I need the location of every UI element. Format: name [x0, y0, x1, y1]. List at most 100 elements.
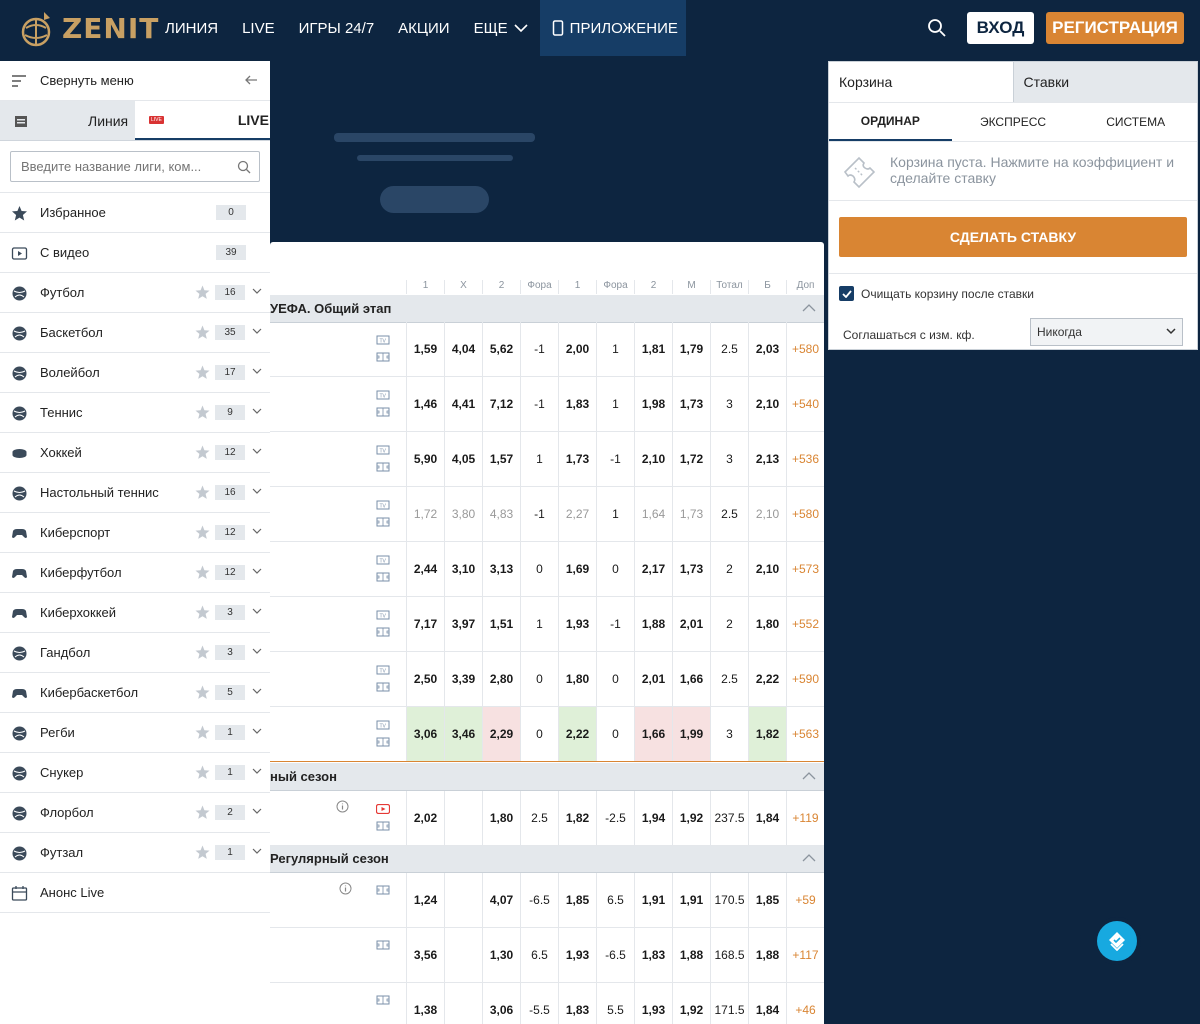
odds-cell[interactable]: -6.5 — [520, 873, 558, 927]
more-markets-link[interactable]: +552 — [786, 597, 824, 651]
odds-cell[interactable]: 6.5 — [596, 873, 634, 927]
odds-cell[interactable]: 1,83 — [558, 377, 596, 431]
odds-cell[interactable]: 0 — [596, 542, 634, 596]
odds-cell[interactable]: 7,17 — [406, 597, 444, 651]
odds-cell[interactable]: 5,62 — [482, 322, 520, 376]
odds-cell[interactable]: 1,94 — [634, 791, 672, 845]
sidebar-item-sport[interactable]: Гандбол 3 — [0, 633, 270, 673]
odds-cell[interactable]: 3 — [710, 432, 748, 486]
odds-cell[interactable]: 0 — [520, 652, 558, 706]
odds-cell[interactable]: 1,88 — [634, 597, 672, 651]
favorite-star-icon[interactable] — [195, 405, 210, 420]
chevron-down-icon[interactable] — [252, 606, 262, 616]
odds-cell[interactable]: 1,66 — [672, 652, 710, 706]
league-section-header[interactable]: УЕФА. Общий этап — [270, 295, 824, 323]
favorite-star-icon[interactable] — [195, 845, 210, 860]
odds-cell[interactable]: 0 — [520, 707, 558, 761]
odds-cell[interactable]: 6.5 — [520, 928, 558, 982]
nav-more[interactable]: ЕЩЕ — [462, 0, 540, 56]
sidebar-item-sport[interactable]: Киберхоккей 3 — [0, 593, 270, 633]
tab-line[interactable]: Линия — [0, 101, 135, 140]
odds-cell[interactable]: -6.5 — [596, 928, 634, 982]
sidebar-item-sport[interactable]: Анонс Live — [0, 873, 270, 913]
odds-cell[interactable]: 1,98 — [634, 377, 672, 431]
sidebar-item-sport[interactable]: Хоккей 12 — [0, 433, 270, 473]
odds-cell[interactable]: 1,64 — [634, 487, 672, 541]
more-markets-link[interactable]: +117 — [786, 928, 824, 982]
odds-cell[interactable]: 3,97 — [444, 597, 482, 651]
odds-cell[interactable]: 2,50 — [406, 652, 444, 706]
odds-cell[interactable]: 1,30 — [482, 928, 520, 982]
more-markets-link[interactable]: +563 — [786, 707, 824, 761]
odds-cell[interactable]: 3,46 — [444, 707, 482, 761]
odds-cell[interactable]: 1,24 — [406, 873, 444, 927]
more-markets-link[interactable]: +59 — [786, 873, 824, 927]
odds-cell[interactable]: 1,69 — [558, 542, 596, 596]
chevron-up-icon[interactable] — [802, 853, 816, 863]
odds-cell[interactable]: 1,73 — [672, 542, 710, 596]
more-markets-link[interactable]: +580 — [786, 322, 824, 376]
chevron-down-icon[interactable] — [252, 806, 262, 816]
search-icon[interactable] — [925, 16, 949, 40]
odds-cell[interactable]: 3,06 — [482, 983, 520, 1024]
odds-cell[interactable]: 1 — [596, 487, 634, 541]
odds-cell[interactable]: 4,07 — [482, 873, 520, 927]
sidebar-item-sport[interactable]: Футзал 1 — [0, 833, 270, 873]
odds-cell[interactable]: 2,17 — [634, 542, 672, 596]
tab-live[interactable]: LIVE LIVE — [135, 101, 270, 140]
odds-cell[interactable]: 2,10 — [634, 432, 672, 486]
odds-cell[interactable]: 1,83 — [558, 983, 596, 1024]
odds-cell[interactable]: 1,84 — [748, 791, 786, 845]
tab-single[interactable]: ОРДИНАР — [829, 103, 952, 141]
search-icon[interactable] — [237, 160, 251, 174]
odds-cell[interactable]: 0 — [520, 542, 558, 596]
make-bet-button[interactable]: СДЕЛАТЬ СТАВКУ — [839, 217, 1187, 257]
odds-cell[interactable]: 1,80 — [482, 791, 520, 845]
odds-cell[interactable]: 2.5 — [710, 322, 748, 376]
sidebar-item-sport[interactable]: Кибербаскетбол 5 — [0, 673, 270, 713]
odds-cell[interactable]: 4,41 — [444, 377, 482, 431]
odds-cell[interactable]: 2,10 — [748, 377, 786, 431]
sidebar-item-sport[interactable]: Футбол 16 — [0, 273, 270, 313]
odds-cell[interactable]: 2,10 — [748, 542, 786, 596]
odds-cell[interactable]: -1 — [520, 377, 558, 431]
floating-action-button[interactable] — [1093, 917, 1141, 965]
odds-cell[interactable]: 3 — [710, 707, 748, 761]
sidebar-item-sport[interactable]: Избранное 0 — [0, 193, 270, 233]
register-button[interactable]: РЕГИСТРАЦИЯ — [1046, 12, 1184, 44]
odds-cell[interactable]: -1 — [520, 487, 558, 541]
odds-cell[interactable]: 2,10 — [748, 487, 786, 541]
tv-icon[interactable]: TV — [376, 610, 390, 620]
field-icon[interactable] — [376, 821, 390, 831]
odds-cell[interactable]: 1,79 — [672, 322, 710, 376]
tv-icon[interactable]: TV — [376, 390, 390, 400]
odds-cell[interactable]: 2,13 — [748, 432, 786, 486]
favorite-star-icon[interactable] — [195, 765, 210, 780]
sidebar-item-sport[interactable]: Регби 1 — [0, 713, 270, 753]
odds-cell[interactable]: 2,03 — [748, 322, 786, 376]
odds-cell[interactable]: -1 — [596, 432, 634, 486]
tv-icon[interactable]: TV — [376, 555, 390, 565]
odds-cell[interactable]: 3,10 — [444, 542, 482, 596]
chevron-down-icon[interactable] — [252, 846, 262, 856]
odds-cell[interactable]: 1,99 — [672, 707, 710, 761]
tab-cart[interactable]: Корзина — [829, 62, 1013, 102]
odds-cell[interactable]: 1,93 — [558, 597, 596, 651]
sidebar-item-sport[interactable]: Снукер 1 — [0, 753, 270, 793]
favorite-star-icon[interactable] — [195, 725, 210, 740]
chevron-down-icon[interactable] — [252, 486, 262, 496]
favorite-star-icon[interactable] — [195, 805, 210, 820]
odds-cell[interactable]: 1,72 — [406, 487, 444, 541]
nav-promotions[interactable]: АКЦИИ — [386, 0, 461, 56]
youtube-icon[interactable] — [376, 804, 390, 814]
odds-cell[interactable]: 7,12 — [482, 377, 520, 431]
tab-express[interactable]: ЭКСПРЕСС — [952, 103, 1075, 141]
odds-cell[interactable]: 4,04 — [444, 322, 482, 376]
sidebar-item-sport[interactable]: Теннис 9 — [0, 393, 270, 433]
field-icon[interactable] — [376, 352, 390, 362]
field-icon[interactable] — [376, 995, 390, 1005]
favorite-star-icon[interactable] — [195, 605, 210, 620]
clear-after-bet-option[interactable]: Очищать корзину после ставки — [839, 286, 1034, 301]
more-markets-link[interactable]: +573 — [786, 542, 824, 596]
odds-cell[interactable]: 2,01 — [634, 652, 672, 706]
